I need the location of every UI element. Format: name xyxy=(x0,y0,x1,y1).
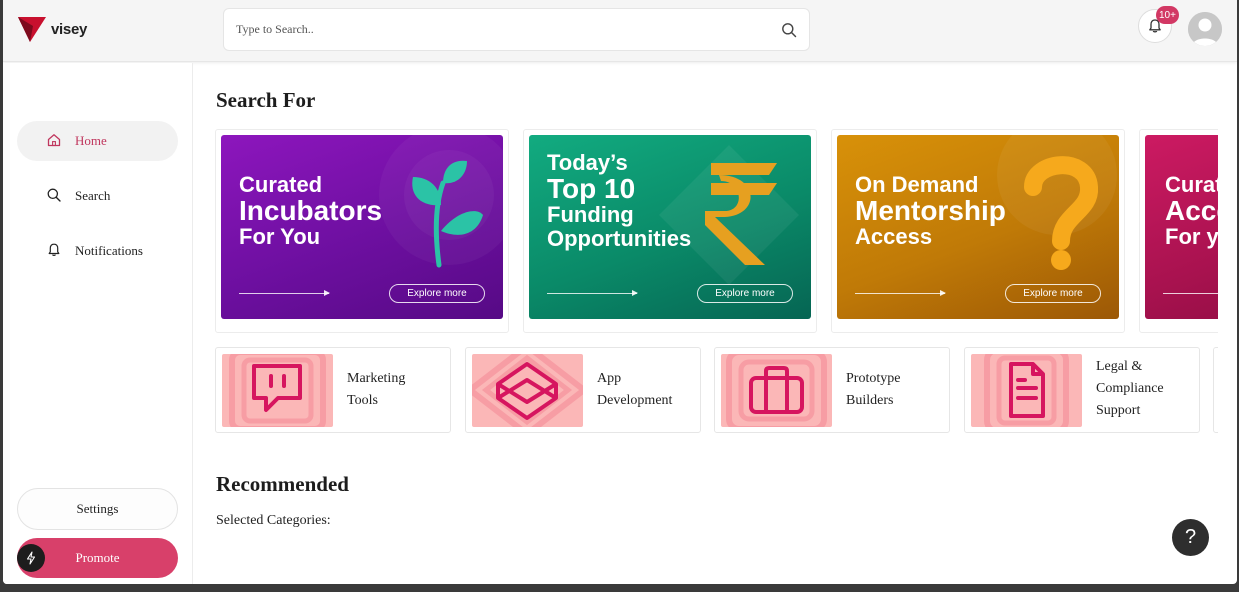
arrow-right-icon xyxy=(1163,293,1218,294)
banner-card-mentorship[interactable]: On Demand Mentorship Access Explore more xyxy=(831,129,1125,333)
app-window: visey 10+ xyxy=(3,0,1237,584)
category-label-line: Compliance xyxy=(1096,381,1164,396)
sidebar-item-label: Home xyxy=(75,133,107,148)
banner-art: Today’s Top 10 Funding Opportunities Exp… xyxy=(529,135,811,319)
banner-line: Mentorship xyxy=(855,195,1006,227)
bolt-icon xyxy=(17,544,45,572)
settings-button[interactable]: Settings xyxy=(17,488,178,530)
category-thumb xyxy=(222,354,333,427)
category-thumb xyxy=(472,354,583,427)
banner-card-incubators[interactable]: Curated Incubators For You Explore more xyxy=(215,129,509,333)
codepen-icon xyxy=(472,354,583,427)
banner-line: Accelerators xyxy=(1165,195,1218,227)
category-card-next[interactable] xyxy=(1213,347,1218,433)
category-card-marketing-tools[interactable]: Marketing Tools xyxy=(215,347,451,433)
explore-more-button[interactable]: Explore more xyxy=(389,284,485,303)
banner-line: For You xyxy=(239,224,321,250)
explore-more-button[interactable]: Explore more xyxy=(1005,284,1101,303)
help-button[interactable]: ? xyxy=(1172,519,1209,556)
category-card-app-development[interactable]: App Development xyxy=(465,347,701,433)
category-row: Marketing Tools App Development Prototyp… xyxy=(215,347,1218,435)
brand-name: visey xyxy=(51,20,88,38)
promote-label: Promote xyxy=(75,550,120,565)
banner-line: Opportunities xyxy=(547,225,692,251)
banner-card-funding[interactable]: Today’s Top 10 Funding Opportunities Exp… xyxy=(523,129,817,333)
category-label-line: Tools xyxy=(347,393,378,408)
banner-line: Incubators xyxy=(239,195,383,227)
search-bar[interactable] xyxy=(223,8,810,51)
banner-line: For you xyxy=(1165,224,1218,250)
explore-more-button[interactable]: Explore more xyxy=(697,284,793,303)
sidebar-item-label: Search xyxy=(75,188,111,203)
category-label-line: App xyxy=(597,371,622,386)
sidebar-item-home[interactable]: Home xyxy=(17,121,178,161)
category-label-line: Legal & xyxy=(1096,359,1143,374)
banner-line: On Demand xyxy=(855,172,979,197)
banner-line: Curated xyxy=(239,172,323,197)
banner-line: Curated xyxy=(1165,172,1218,197)
home-icon xyxy=(47,134,61,147)
search-input[interactable] xyxy=(236,22,781,37)
banner-art: Curated Incubators For You Explore more xyxy=(221,135,503,319)
banner-line: Top 10 xyxy=(547,173,636,205)
briefcase-icon xyxy=(726,354,827,427)
banner-carousel: Curated Incubators For You Explore more xyxy=(215,129,1218,333)
main-content: Search For Curated Incubators For You Ex… xyxy=(194,63,1237,584)
arrow-right-icon xyxy=(855,290,946,296)
arrow-right-icon xyxy=(239,290,330,296)
banner-art: On Demand Mentorship Access Explore more xyxy=(837,135,1119,319)
promote-button[interactable]: Promote xyxy=(17,538,178,578)
banner-card-accelerators[interactable]: Curated Accelerators For you xyxy=(1139,129,1218,333)
banner-line: Today’s xyxy=(547,150,628,175)
category-label-line: Support xyxy=(1096,403,1141,418)
visey-logo-icon xyxy=(18,17,46,42)
bell-icon xyxy=(48,243,60,256)
category-card-legal-compliance[interactable]: Legal & Compliance Support xyxy=(964,347,1200,433)
user-avatar[interactable] xyxy=(1188,12,1222,46)
category-thumb xyxy=(721,354,832,427)
recommended-heading: Recommended xyxy=(216,472,349,496)
category-label-line: Marketing xyxy=(347,371,406,386)
brand-logo[interactable]: visey xyxy=(17,14,87,44)
sidebar-item-label: Notifications xyxy=(75,243,143,258)
notification-count-badge: 10+ xyxy=(1156,6,1179,24)
category-label-line: Builders xyxy=(846,393,894,408)
category-card-prototype-builders[interactable]: Prototype Builders xyxy=(714,347,950,433)
top-bar: visey 10+ xyxy=(3,0,1237,62)
selected-categories-label: Selected Categories: xyxy=(216,513,331,528)
banner-line: Access xyxy=(855,224,933,250)
search-icon[interactable] xyxy=(781,22,797,38)
banner-line: Funding xyxy=(547,202,634,228)
category-thumb xyxy=(971,354,1082,427)
arrow-right-icon xyxy=(547,290,638,296)
category-label-line: Prototype xyxy=(846,371,901,386)
category-label-line: Development xyxy=(597,393,673,408)
document-icon xyxy=(984,354,1069,427)
sidebar-item-notifications[interactable]: Notifications xyxy=(17,231,178,271)
sidebar: Home Search Notifications Settings Promo xyxy=(3,63,193,584)
search-icon xyxy=(47,188,61,202)
search-for-heading: Search For xyxy=(216,88,316,112)
sidebar-item-search[interactable]: Search xyxy=(17,176,178,216)
avatar-placeholder-icon xyxy=(1188,12,1222,46)
banner-art: Curated Accelerators For you xyxy=(1145,135,1218,319)
chat-icon xyxy=(229,354,326,427)
